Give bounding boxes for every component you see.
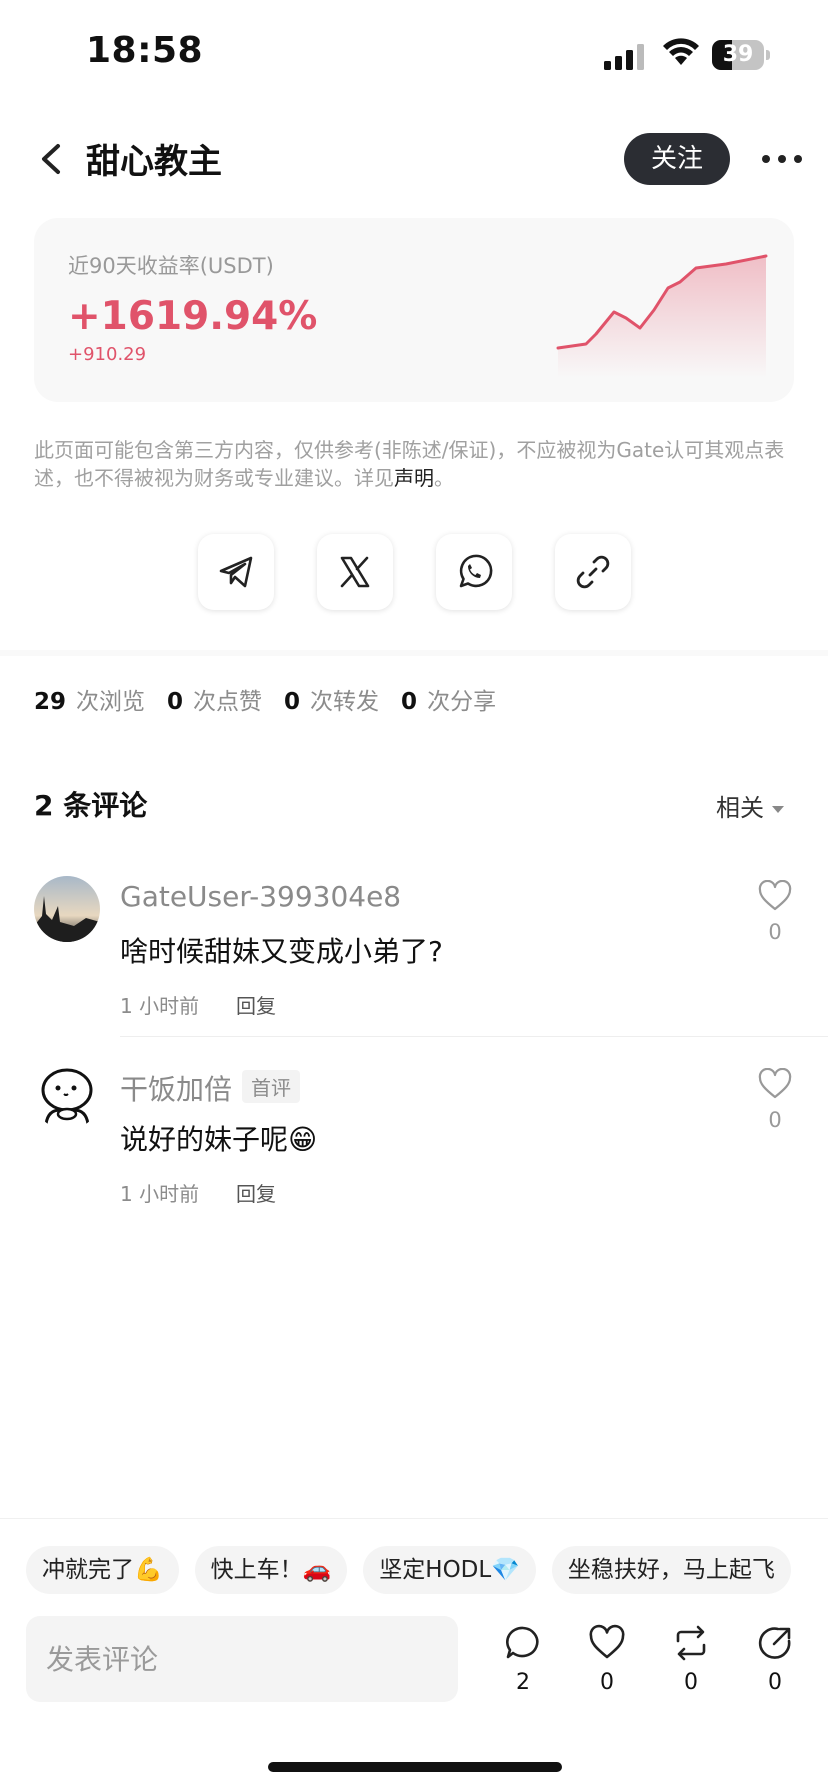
heart-icon (589, 1624, 625, 1659)
wifi-icon (663, 38, 699, 65)
comment-text: 啥时候甜妹又变成小弟了? (120, 935, 443, 968)
reposts-label: 次转发 (310, 689, 380, 715)
sort-label: 相关 (716, 794, 764, 822)
comment-action[interactable]: 2 (498, 1624, 548, 1700)
earnings-label: 近90天收益率(USDT) (68, 254, 274, 278)
chevron-left-icon[interactable] (34, 138, 70, 180)
repost-count: 0 (684, 1670, 698, 1695)
like-action[interactable]: 0 (582, 1624, 632, 1700)
page-title: 甜心教主 (86, 142, 222, 182)
comment-text: 说好的妹子呢😁 (120, 1123, 318, 1156)
earnings-amount: +910.29 (68, 344, 147, 365)
follow-button[interactable]: 关注 (624, 133, 730, 185)
post-stats: 29 次浏览 0 次点赞 0 次转发 0 次分享 (34, 682, 518, 716)
cellular-signal-icon (604, 44, 644, 70)
avatar[interactable] (34, 1064, 100, 1130)
comment-like-count: 0 (768, 920, 782, 944)
like-count: 0 (600, 1670, 614, 1695)
telegram-icon (219, 556, 253, 588)
share-x-button[interactable] (317, 534, 393, 610)
views-count: 29 (34, 689, 67, 715)
comment-input[interactable] (26, 1616, 458, 1702)
views-label: 次浏览 (76, 689, 146, 715)
comment-count: 2 (516, 1670, 530, 1695)
quick-reply-chips: 冲就完了💪 快上车！🚗 坚定HODL💎 坐稳扶好，马上起飞 (26, 1546, 828, 1594)
reply-button[interactable]: 回复 (236, 990, 276, 1019)
comment-time: 1 小时前 (120, 1182, 200, 1206)
likes-count: 0 (167, 689, 184, 715)
section-divider (0, 650, 828, 656)
share-icon (758, 1627, 791, 1659)
home-indicator (268, 1762, 562, 1772)
reposts-count: 0 (284, 689, 301, 715)
bottom-divider (0, 1518, 828, 1519)
comment-time: 1 小时前 (120, 994, 200, 1018)
comment-sort-dropdown[interactable]: 相关 (716, 788, 784, 823)
caret-down-icon (772, 805, 784, 813)
quick-reply-chip[interactable]: 快上车！🚗 (194, 1546, 348, 1594)
comment-username[interactable]: GateUser-399304e8 (120, 880, 401, 913)
quick-reply-chip[interactable]: 坚定HODL💎 (363, 1546, 536, 1594)
x-logo-icon (340, 556, 370, 588)
reply-button[interactable]: 回复 (236, 1178, 276, 1207)
comment-username[interactable]: 干饭加倍 (120, 1073, 232, 1106)
repost-icon (676, 1625, 706, 1661)
share-action[interactable]: 0 (750, 1624, 800, 1700)
share-link-button[interactable] (555, 534, 631, 610)
earnings-card[interactable]: 近90天收益率(USDT) +1619.94% +910.29 (34, 218, 794, 402)
comment-divider (120, 1036, 828, 1037)
whatsapp-icon (459, 554, 493, 588)
comment-item: GateUser-399304e8 啥时候甜妹又变成小弟了? 1 小时前 回复 … (0, 876, 828, 1056)
earnings-sparkline (556, 254, 768, 378)
share-telegram-button[interactable] (198, 534, 274, 610)
repost-action[interactable]: 0 (666, 1624, 716, 1700)
quick-reply-chip[interactable]: 冲就完了💪 (26, 1546, 179, 1594)
status-bar: 18:58 39 (0, 0, 828, 100)
likes-label: 次点赞 (193, 689, 263, 715)
shares-count: 0 (401, 689, 418, 715)
comment-item: 干饭加倍 首评 说好的妹子呢😁 1 小时前 回复 0 (0, 1064, 828, 1244)
avatar[interactable] (34, 876, 100, 942)
disclaimer-end: 。 (434, 466, 454, 490)
disclaimer: 此页面可能包含第三方内容，仅供参考(非陈述/保证)，不应被视为Gate认可其观点… (34, 436, 794, 492)
nav-header: 甜心教主 关注 (0, 118, 828, 200)
more-horizontal-icon[interactable] (760, 148, 804, 170)
heart-icon[interactable] (758, 880, 792, 912)
comment-like-count: 0 (768, 1108, 782, 1132)
link-icon (576, 555, 610, 589)
disclaimer-link[interactable]: 声明 (394, 466, 434, 490)
earnings-percent: +1619.94% (68, 294, 318, 339)
shares-label: 次分享 (427, 689, 497, 715)
comments-title: 2 条评论 (34, 789, 148, 822)
status-time: 18:58 (86, 30, 204, 71)
comment-bubble-icon (506, 1626, 539, 1659)
comment-username-line: 干饭加倍 首评 (120, 1068, 301, 1108)
battery-level: 39 (722, 42, 754, 67)
share-whatsapp-button[interactable] (436, 534, 512, 610)
share-count: 0 (768, 1670, 782, 1695)
battery-icon: 39 (712, 40, 770, 70)
quick-reply-chip[interactable]: 坐稳扶好，马上起飞 (551, 1546, 791, 1594)
first-comment-badge: 首评 (242, 1070, 301, 1103)
heart-icon[interactable] (758, 1068, 792, 1100)
